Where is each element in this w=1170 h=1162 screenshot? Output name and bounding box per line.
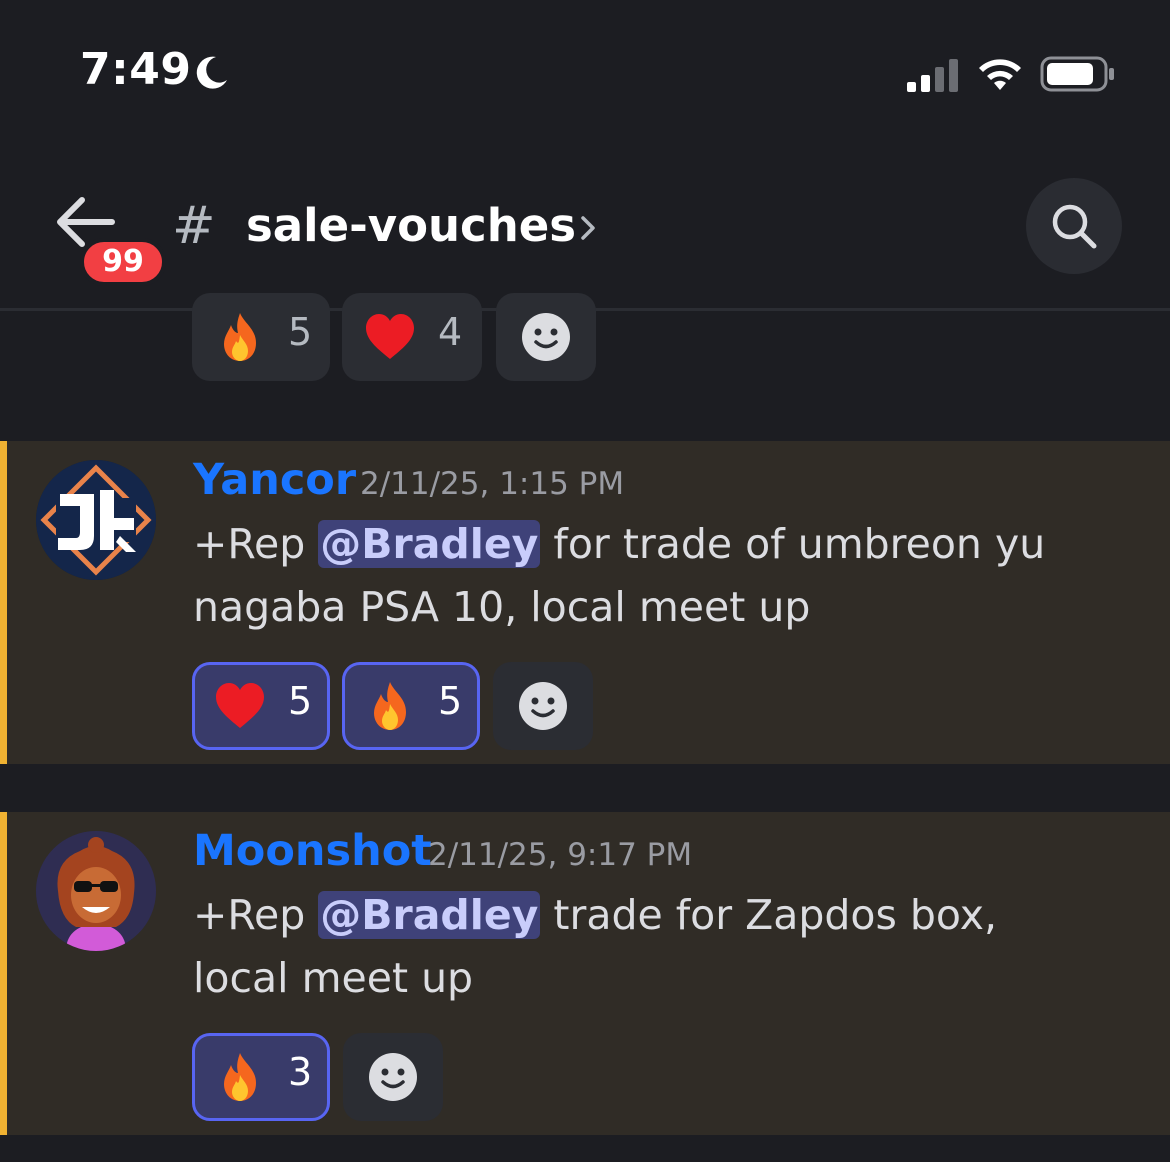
user-mention[interactable]: @Bradley (318, 520, 541, 568)
cellular-signal-icon (907, 59, 958, 92)
add-reaction-icon (522, 313, 570, 361)
app-screen: 7:49 99 # sale-vouches 5 4 Yancor 2/11/2… (0, 0, 1170, 1162)
mention-highlight-bar (0, 812, 7, 1135)
wifi-icon (979, 59, 1021, 90)
message-author[interactable]: Moonshot (193, 826, 432, 876)
avatar-image (36, 460, 156, 580)
fire-emoji-icon (224, 313, 256, 361)
avatar-image (36, 831, 156, 951)
message-timestamp: 2/11/25, 1:15 PM (360, 466, 625, 502)
message-content: +Rep @Bradley for trade of umbreon yu na… (193, 513, 1093, 639)
add-reaction-button[interactable] (343, 1033, 443, 1121)
status-time: 7:49 (80, 44, 192, 95)
add-reaction-icon (519, 682, 567, 730)
channel-hash-icon: # (172, 196, 216, 256)
reaction-count: 3 (288, 1050, 313, 1094)
add-reaction-button[interactable] (493, 662, 593, 750)
unread-badge: 99 (80, 238, 166, 286)
avatar[interactable] (36, 831, 156, 951)
add-reaction-button[interactable] (496, 293, 596, 381)
user-mention[interactable]: @Bradley (318, 891, 541, 939)
reaction-heart[interactable]: 5 (192, 662, 330, 750)
reaction-count: 5 (288, 679, 313, 723)
message-timestamp: 2/11/25, 9:17 PM (428, 837, 693, 873)
status-bar: 7:49 (0, 0, 1170, 150)
moon-icon (196, 56, 227, 89)
message-item: Moonshot 2/11/25, 9:17 PM +Rep @Bradley … (0, 812, 1170, 1135)
reaction-fire[interactable]: 5 (192, 293, 330, 381)
heart-emoji-icon (366, 314, 414, 359)
message-author[interactable]: Yancor (193, 455, 356, 505)
message-text-before: +Rep (193, 520, 319, 568)
add-reaction-icon (369, 1053, 417, 1101)
search-button[interactable] (1026, 178, 1122, 274)
heart-emoji-icon (216, 683, 264, 728)
message-content: +Rep @Bradley trade for Zapdos box, loca… (193, 884, 1093, 1010)
reaction-count: 5 (438, 679, 463, 723)
chevron-right-icon[interactable] (578, 213, 598, 243)
reaction-fire[interactable]: 3 (192, 1033, 330, 1121)
fire-emoji-icon (374, 682, 406, 730)
battery-icon (1040, 56, 1114, 92)
message-text-before: +Rep (193, 891, 319, 939)
fire-emoji-icon (224, 1053, 256, 1101)
message-item: Yancor 2/11/25, 1:15 PM +Rep @Bradley fo… (0, 441, 1170, 764)
channel-name[interactable]: sale-vouches (246, 199, 576, 252)
reaction-count: 5 (288, 310, 313, 354)
mention-highlight-bar (0, 441, 7, 764)
avatar[interactable] (36, 460, 156, 580)
reaction-count: 4 (438, 310, 463, 354)
search-icon (1052, 204, 1097, 249)
reaction-fire[interactable]: 5 (342, 662, 480, 750)
reaction-heart[interactable]: 4 (342, 293, 482, 381)
